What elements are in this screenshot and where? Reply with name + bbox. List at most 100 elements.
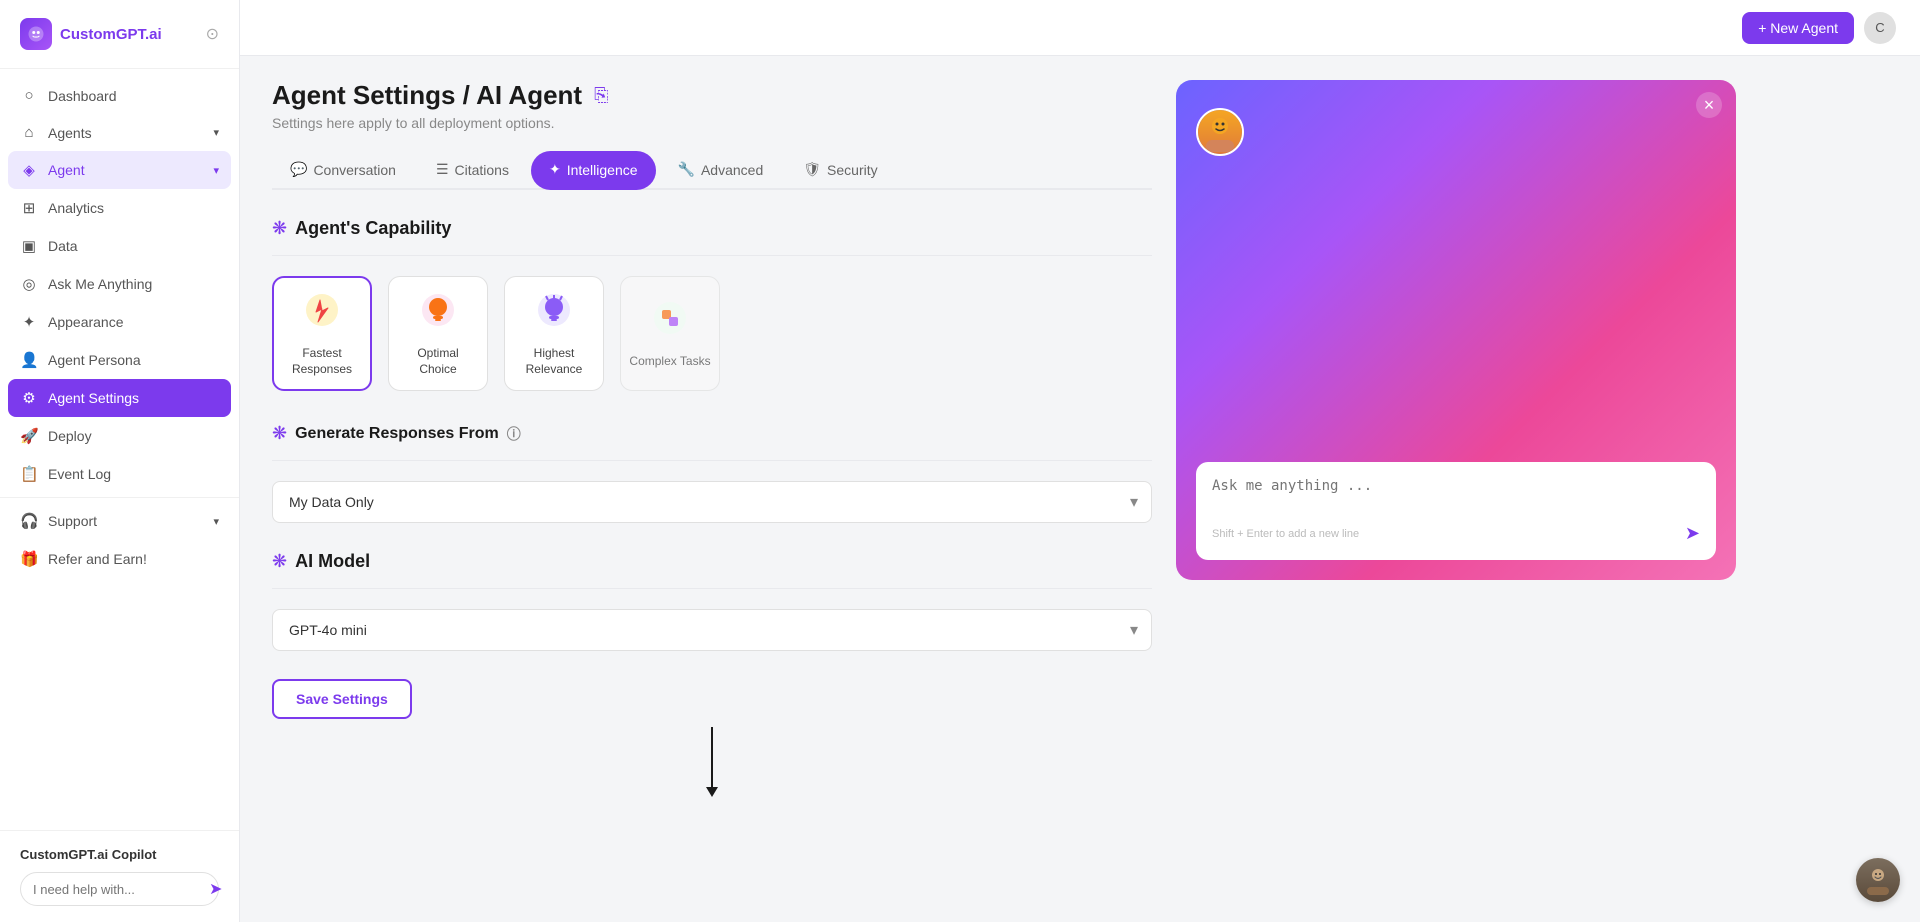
copilot-send-icon[interactable]: ➤ (209, 879, 222, 899)
preview-close-button[interactable]: × (1696, 92, 1722, 118)
generate-section-header: ❋ Generate Responses From ⓘ (272, 423, 1152, 444)
sidebar-item-dashboard[interactable]: ○ Dashboard (0, 77, 239, 114)
generate-section-icon: ❋ (272, 423, 287, 444)
complex-icon (650, 298, 690, 346)
conversation-tab-icon: 💬 (290, 161, 307, 178)
bottom-right-avatar[interactable] (1856, 858, 1900, 902)
settings-panel: Agent Settings / AI Agent ⎘ Settings her… (272, 80, 1152, 898)
highest-icon (534, 290, 574, 338)
sidebar-item-label: Dashboard (48, 88, 117, 104)
fastest-icon (302, 290, 342, 338)
optimal-label: Optimal Choice (397, 346, 479, 377)
citations-tab-icon: ☰ (436, 161, 449, 178)
tab-security[interactable]: 🛡 Security (785, 151, 895, 190)
agents-icon: ⌂ (20, 124, 38, 141)
sidebar-item-agent-persona[interactable]: 👤 Agent Persona (0, 341, 239, 379)
ask-icon: ◎ (20, 275, 38, 293)
capability-card-highest[interactable]: Highest Relevance (504, 276, 604, 391)
tab-advanced[interactable]: 🔧 Advanced (660, 151, 782, 190)
content-area: Agent Settings / AI Agent ⎘ Settings her… (240, 56, 1920, 922)
sidebar-item-label: Agent Persona (48, 352, 141, 368)
preview-avatar (1196, 108, 1244, 156)
clock-icon[interactable]: ⊙ (206, 24, 219, 44)
security-tab-icon: 🛡 (803, 161, 821, 178)
copilot-section: CustomGPT.ai Copilot ➤ (0, 830, 239, 922)
sidebar-item-label: Analytics (48, 200, 104, 216)
complex-label: Complex Tasks (629, 354, 710, 370)
page-subtitle: Settings here apply to all deployment op… (272, 115, 1152, 131)
sidebar-item-agents[interactable]: ⌂ Agents ▾ (0, 114, 239, 151)
preview-send-icon[interactable]: ➤ (1685, 523, 1700, 544)
chevron-down-icon: ▾ (213, 515, 219, 528)
arrow-head (706, 787, 718, 797)
save-settings-button[interactable]: Save Settings (272, 679, 412, 719)
generate-dropdown[interactable]: My Data Only My Data + AI Knowledge AI K… (272, 481, 1152, 523)
chevron-down-icon: ▾ (213, 126, 219, 139)
tab-citations[interactable]: ☰ Citations (418, 151, 527, 190)
sidebar-item-appearance[interactable]: ✦ Appearance (0, 303, 239, 341)
tab-label: Conversation (313, 162, 396, 178)
dashboard-icon: ○ (20, 87, 38, 104)
generate-dropdown-wrap: My Data Only My Data + AI Knowledge AI K… (272, 481, 1152, 523)
data-icon: ▣ (20, 237, 38, 255)
sidebar-item-label: Deploy (48, 428, 92, 444)
sidebar-item-deploy[interactable]: 🚀 Deploy (0, 417, 239, 455)
sidebar: CustomGPT.ai ⊙ ○ Dashboard ⌂ Agents ▾ ◈ … (0, 0, 240, 922)
page-title: Agent Settings / AI Agent (272, 80, 582, 111)
sidebar-item-ask-me-anything[interactable]: ◎ Ask Me Anything (0, 265, 239, 303)
preview-input-area: Shift + Enter to add a new line ➤ (1196, 462, 1716, 560)
page-title-row: Agent Settings / AI Agent ⎘ (272, 80, 1152, 111)
sidebar-item-label: Ask Me Anything (48, 276, 152, 292)
chevron-down-icon: ▾ (213, 164, 219, 177)
fastest-label: Fastest Responses (282, 346, 362, 377)
optimal-icon (418, 290, 458, 338)
tab-label: Security (827, 162, 878, 178)
tab-intelligence[interactable]: ✦ Intelligence (531, 151, 656, 190)
sidebar-item-support[interactable]: 🎧 Support ▾ (0, 502, 239, 540)
capability-section-title: Agent's Capability (295, 218, 451, 239)
new-agent-button[interactable]: + New Agent (1742, 12, 1854, 44)
preview-chat-input[interactable] (1212, 478, 1700, 510)
share-icon[interactable]: ⎘ (594, 85, 608, 106)
deploy-icon: 🚀 (20, 427, 38, 445)
logo-icon (20, 18, 52, 50)
ai-model-section-header: ❋ AI Model (272, 551, 1152, 572)
tab-label: Advanced (701, 162, 763, 178)
arrow-annotation (272, 727, 1152, 797)
tab-label: Intelligence (567, 162, 638, 178)
capability-card-complex[interactable]: Complex Tasks (620, 276, 720, 391)
user-avatar[interactable]: C (1864, 12, 1896, 44)
sidebar-item-agent-settings[interactable]: ⚙ Agent Settings (8, 379, 231, 417)
sidebar-item-label: Agent (48, 162, 85, 178)
sidebar-item-agent[interactable]: ◈ Agent ▾ (8, 151, 231, 189)
appearance-icon: ✦ (20, 313, 38, 331)
support-icon: 🎧 (20, 512, 38, 530)
sidebar-item-refer[interactable]: 🎁 Refer and Earn! (0, 540, 239, 578)
advanced-tab-icon: 🔧 (678, 161, 695, 178)
capability-section-header: ❋ Agent's Capability (272, 218, 1152, 239)
tab-conversation[interactable]: 💬 Conversation (272, 151, 414, 190)
capability-cards: Fastest Responses Optimal Choice (272, 276, 1152, 391)
capability-section-icon: ❋ (272, 218, 287, 239)
tab-label: Citations (455, 162, 509, 178)
settings-icon: ⚙ (20, 389, 38, 407)
persona-icon: 👤 (20, 351, 38, 369)
copilot-input[interactable] (33, 882, 209, 897)
ai-model-section-title: AI Model (295, 551, 370, 572)
intelligence-tab-icon: ✦ (549, 161, 561, 178)
sidebar-item-analytics[interactable]: ⊞ Analytics (0, 189, 239, 227)
preview-hint: Shift + Enter to add a new line (1212, 528, 1359, 540)
arrow-line (711, 727, 713, 787)
capability-card-optimal[interactable]: Optimal Choice (388, 276, 488, 391)
agent-icon: ◈ (20, 161, 38, 179)
sidebar-item-label: Agent Settings (48, 390, 139, 406)
sidebar-item-label: Agents (48, 125, 92, 141)
highest-label: Highest Relevance (513, 346, 595, 377)
refer-icon: 🎁 (20, 550, 38, 568)
capability-card-fastest[interactable]: Fastest Responses (272, 276, 372, 391)
sidebar-item-event-log[interactable]: 📋 Event Log (0, 455, 239, 493)
info-icon[interactable]: ⓘ (507, 424, 521, 444)
ai-model-dropdown[interactable]: GPT-4o mini GPT-4o GPT-4 Turbo GPT-3.5 T… (272, 609, 1152, 651)
topbar: + New Agent C (240, 0, 1920, 56)
sidebar-item-data[interactable]: ▣ Data (0, 227, 239, 265)
